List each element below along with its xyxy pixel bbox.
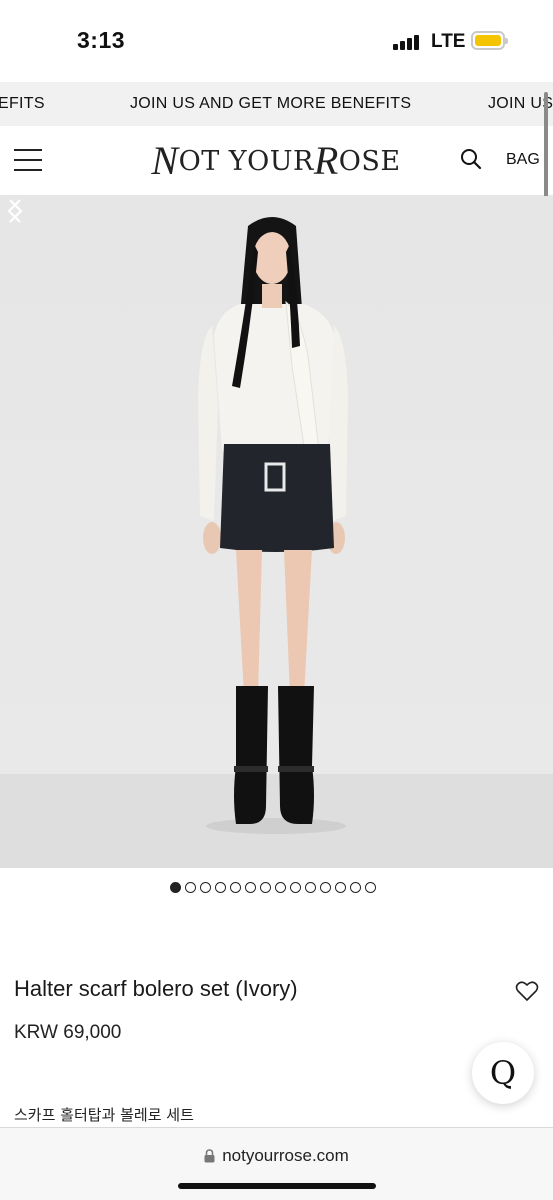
site-header: N OT YOUR R OSE BAG <box>0 126 553 196</box>
model-photo <box>0 217 553 868</box>
pager-dot[interactable] <box>335 882 346 893</box>
pager-dot[interactable] <box>200 882 211 893</box>
hamburger-menu-icon[interactable] <box>14 149 42 171</box>
pager-dot[interactable] <box>275 882 286 893</box>
banner-text: EFITS <box>0 95 45 112</box>
announcement-banner[interactable]: EFITS JOIN US AND GET MORE BENEFITS JOIN… <box>0 82 553 126</box>
pager-dot[interactable] <box>245 882 256 893</box>
pager-dot[interactable] <box>260 882 271 893</box>
scrollbar <box>544 92 548 212</box>
lock-icon <box>204 1149 215 1163</box>
product-description: 스카프 홀터탑과 볼레로 세트 <box>14 1106 194 1124</box>
pager-dot[interactable] <box>305 882 316 893</box>
status-time: 3:13 <box>77 27 126 53</box>
address-bar[interactable]: notyourrose.com <box>0 1146 553 1166</box>
heart-outline-icon[interactable] <box>515 980 539 1002</box>
pager-dot[interactable] <box>185 882 196 893</box>
pager-dot[interactable] <box>320 882 331 893</box>
chevron-right-icon[interactable] <box>0 196 30 226</box>
pager-dot[interactable] <box>230 882 241 893</box>
product-image[interactable] <box>0 196 553 868</box>
home-indicator[interactable] <box>178 1183 376 1189</box>
cellular-signal-icon <box>393 34 419 50</box>
product-price: KRW 69,000 <box>14 1022 122 1043</box>
product-title: Halter scarf bolero set (Ivory) <box>14 976 298 1001</box>
pager-dot[interactable] <box>170 882 181 893</box>
bag-button[interactable]: BAG <box>506 151 540 169</box>
banner-text: JOIN US AND GET MORE BENEFITS <box>130 95 412 112</box>
status-bar: 3:13 LTE <box>0 0 553 82</box>
battery-icon <box>471 31 508 50</box>
pager-dot[interactable] <box>350 882 361 893</box>
search-icon[interactable] <box>460 148 482 170</box>
browser-toolbar: notyourrose.com <box>0 1127 553 1200</box>
brand-logo[interactable]: N OT YOUR R OSE <box>130 140 422 182</box>
pager-dot[interactable] <box>215 882 226 893</box>
url-text: notyourrose.com <box>222 1146 349 1165</box>
image-pager[interactable] <box>170 882 376 893</box>
pager-dot[interactable] <box>365 882 376 893</box>
chat-q-button[interactable]: Q <box>472 1042 534 1104</box>
network-type: LTE <box>431 31 466 52</box>
pager-dot[interactable] <box>290 882 301 893</box>
